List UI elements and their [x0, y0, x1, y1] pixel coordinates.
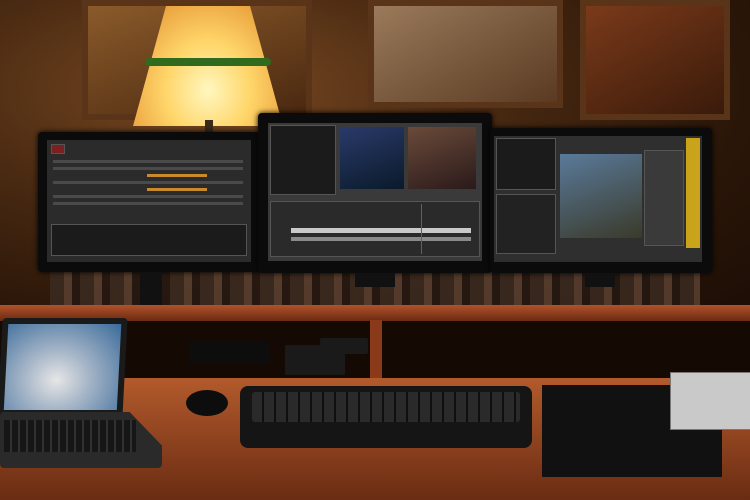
- program-monitor-video: [408, 127, 476, 189]
- monitor-right-screen: [494, 136, 702, 262]
- bottom-panel: [51, 224, 247, 256]
- monitor-center: [258, 113, 492, 273]
- monitor-right: [490, 128, 712, 273]
- playhead: [421, 204, 422, 254]
- controls-panel: [496, 138, 556, 190]
- monitor-right-stand: [585, 273, 615, 287]
- mouse: [186, 390, 228, 416]
- laptop-keyboard: [4, 420, 136, 452]
- thumbnail-icon: [51, 144, 65, 154]
- laptop-screen: [3, 324, 122, 410]
- wall-picture-frame-center: [368, 0, 563, 108]
- monitor-left: [38, 132, 260, 272]
- device-box: [190, 342, 270, 364]
- timeline-track: [291, 237, 471, 241]
- wall-picture-frame-right: [580, 0, 730, 120]
- lamp-trim: [145, 58, 271, 66]
- monitor-center-stand: [355, 273, 395, 287]
- monitor-left-stand: [140, 272, 162, 308]
- shelf-leg: [370, 320, 382, 380]
- timeline-track: [291, 228, 471, 233]
- audio-mixer-panel: [496, 194, 556, 254]
- source-monitor-video: [340, 127, 404, 189]
- inspector-panel: [644, 150, 684, 246]
- color-bar: [686, 138, 700, 248]
- monitor-center-screen: [268, 123, 482, 261]
- project-panel: [270, 125, 336, 195]
- external-device: [670, 372, 750, 430]
- keyboard-keys: [252, 392, 520, 422]
- monitor-left-screen: [47, 140, 251, 262]
- timeline-panel: [270, 201, 480, 257]
- device-box: [320, 338, 368, 354]
- laptop-lid: [0, 318, 128, 418]
- viewer-video: [560, 154, 642, 238]
